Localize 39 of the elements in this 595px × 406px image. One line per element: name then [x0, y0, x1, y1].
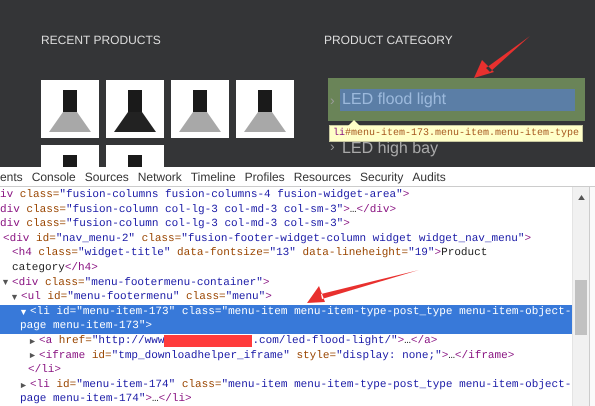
- dom-node-line[interactable]: <a href="http://www .com/led-flood-light/">…</a>: [0, 334, 572, 349]
- triangle-icon[interactable]: [20, 382, 27, 389]
- dom-node-line[interactable]: iv class="fusion-columns fusion-columns-4 fusion-widget-area">: [0, 188, 572, 203]
- lamp-photo[interactable]: [41, 80, 99, 138]
- dom-node-line[interactable]: <div class="menu-footermenu-container">: [0, 276, 572, 290]
- lamp-photo[interactable]: [106, 80, 164, 138]
- devtools-tab[interactable]: ents: [0, 170, 23, 184]
- section-heading: PRODUCT CATEGORY: [324, 33, 454, 47]
- devtools-tab[interactable]: Timeline: [190, 170, 236, 184]
- devtools-tab[interactable]: Resources: [294, 170, 352, 184]
- scrollbar[interactable]: [572, 187, 589, 406]
- dom-node-line[interactable]: page menu-item-174">…</li>: [0, 392, 572, 406]
- dom-node-line[interactable]: <h4 class="widget-title" data-fontsize="13" data-lineheight="19">Product: [0, 246, 572, 261]
- dom-node-line[interactable]: <div id="nav_menu-2" class="fusion-footer-widget-column widget widget_nav_menu">: [0, 232, 572, 246]
- devtools-tab[interactable]: Security: [360, 170, 404, 184]
- dom-node-line[interactable]: div class="fusion-column col-lg-3 col-md-3 col-sm-3">…</div>: [0, 202, 572, 218]
- lamp-photo[interactable]: [236, 80, 294, 138]
- lamp-photo[interactable]: [171, 80, 229, 138]
- devtools-tab[interactable]: Profiles: [244, 170, 285, 184]
- triangle-icon[interactable]: [2, 279, 9, 286]
- triangle-icon[interactable]: [29, 338, 36, 345]
- dom-node-line[interactable]: category</h4>: [0, 260, 572, 276]
- scrollbar-thumb[interactable]: [575, 280, 587, 335]
- triangle-icon[interactable]: [11, 294, 18, 301]
- devtools-tab[interactable]: Console: [32, 170, 76, 184]
- tooltip-pointer: [348, 120, 360, 126]
- section-heading: RECENT PRODUCTS: [41, 33, 162, 47]
- devtools-tab[interactable]: Audits: [412, 170, 446, 184]
- chevron: ›: [330, 92, 336, 108]
- devtools-tab[interactable]: Sources: [84, 170, 129, 184]
- dom-node-line[interactable]: <ul id="menu-footermenu" class="menu">: [0, 290, 572, 305]
- devtools-tab[interactable]: Network: [138, 170, 182, 184]
- scroll-up-icon[interactable]: [578, 195, 584, 200]
- triangle-icon[interactable]: [20, 308, 27, 316]
- dom-node-line[interactable]: <li id="menu-item-174" class="menu-item menu-item-type-post_type menu-item-object-: [0, 378, 572, 392]
- triangle-icon[interactable]: [29, 352, 36, 360]
- dom-node-line[interactable]: </li>: [0, 363, 572, 378]
- dom-node-line[interactable]: <iframe id="tmp_downloadhelper_iframe" style="display: none;">…</iframe>: [0, 348, 572, 364]
- dom-node-line[interactable]: div class="fusion-column col-lg-3 col-md-3 col-sm-3">: [0, 217, 572, 232]
